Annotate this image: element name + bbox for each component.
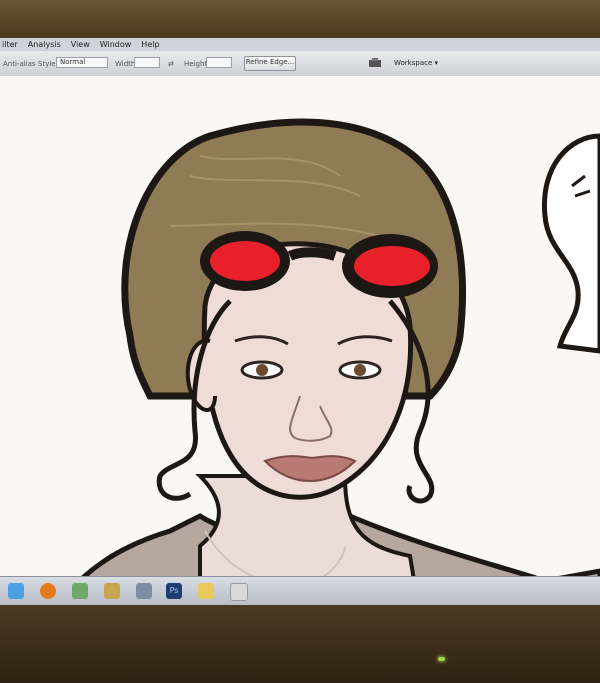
height-field[interactable]	[206, 57, 232, 68]
right-iris	[354, 364, 366, 376]
folder-icon[interactable]	[198, 583, 214, 599]
monitor-bezel-bottom	[0, 605, 600, 683]
menu-bar: ilter Analysis View Window Help	[0, 38, 600, 51]
menu-help[interactable]: Help	[141, 40, 159, 49]
mail-icon[interactable]	[104, 583, 120, 599]
swap-icon[interactable]: ⇄	[168, 60, 174, 68]
notepad-icon[interactable]	[136, 583, 152, 599]
left-iris	[256, 364, 268, 376]
photoshop-icon[interactable]: Ps	[166, 583, 182, 599]
menu-view[interactable]: View	[71, 40, 90, 49]
workspace-menu[interactable]: Workspace ▾	[394, 59, 438, 67]
options-bar: Anti-alias Style: Normal Width: ⇄ Height…	[0, 51, 600, 77]
menu-window[interactable]: Window	[100, 40, 132, 49]
artwork	[54, 118, 600, 605]
screen: ilter Analysis View Window Help Anti-ali…	[0, 38, 600, 605]
style-label: Style:	[38, 60, 58, 68]
ie-icon[interactable]	[8, 583, 24, 599]
taskbar: Ps	[0, 576, 600, 605]
refine-edge-button[interactable]: Refine Edge...	[244, 56, 296, 71]
explorer-icon[interactable]	[72, 583, 88, 599]
menu-analysis[interactable]: Analysis	[28, 40, 61, 49]
firefox-icon[interactable]	[40, 583, 56, 599]
monitor-bezel-top	[0, 0, 600, 40]
second-figure	[541, 133, 600, 354]
anti-alias-label[interactable]: Anti-alias	[3, 60, 36, 68]
workspace-icon[interactable]	[368, 58, 382, 68]
power-led-icon	[438, 657, 445, 661]
document-canvas[interactable]	[0, 76, 600, 605]
menu-filter[interactable]: ilter	[2, 40, 18, 49]
style-select[interactable]: Normal	[56, 57, 108, 68]
width-field[interactable]	[134, 57, 160, 68]
game-icon[interactable]	[230, 583, 248, 601]
